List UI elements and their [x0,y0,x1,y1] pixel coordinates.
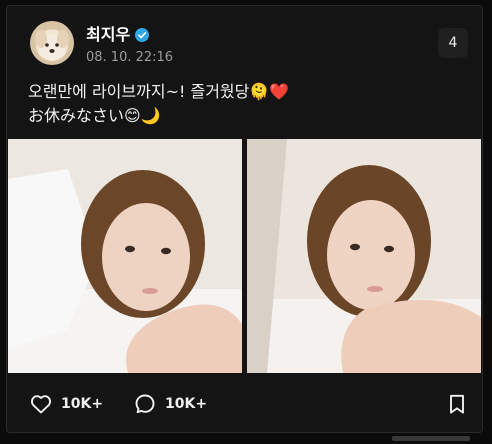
username-row[interactable]: 최지우 [86,26,150,44]
comment-button[interactable]: 10K+ [133,390,207,418]
photo-gallery[interactable] [8,139,481,373]
post-card: 최지우 08. 10. 22:16 4 오랜만에 라이브까지~! 즐거웠당🫠❤️… [6,5,483,433]
post-actions: 10K+ 10K+ [29,390,469,418]
post-text-line-1: 오랜만에 라이브까지~! 즐거웠당🫠❤️ [28,82,290,101]
bookmark-button[interactable] [445,390,469,418]
speech-bubble-icon [135,394,155,414]
bookmark-icon [450,394,464,414]
avatar[interactable] [30,21,74,65]
verified-badge-icon [135,28,150,42]
comment-count: 10K+ [165,396,208,412]
post-photo-1[interactable] [8,139,242,373]
like-button[interactable]: 10K+ [29,390,103,418]
post-text-line-2: お休みなさい😊🌙 [28,106,161,125]
portrait-photo-icon [8,139,242,373]
portrait-photo-icon [247,139,481,373]
watermark-icon [392,436,470,441]
username[interactable]: 최지우 [86,26,130,44]
heart-icon [31,395,51,414]
post-photo-2[interactable] [247,139,481,373]
dog-avatar-icon [35,30,69,60]
image-count-badge[interactable]: 4 [438,28,468,58]
post-timestamp: 08. 10. 22:16 [86,50,174,65]
post-text: 오랜만에 라이브까지~! 즐거웠당🫠❤️ お休みなさい😊🌙 [28,80,468,128]
like-count: 10K+ [61,396,104,412]
